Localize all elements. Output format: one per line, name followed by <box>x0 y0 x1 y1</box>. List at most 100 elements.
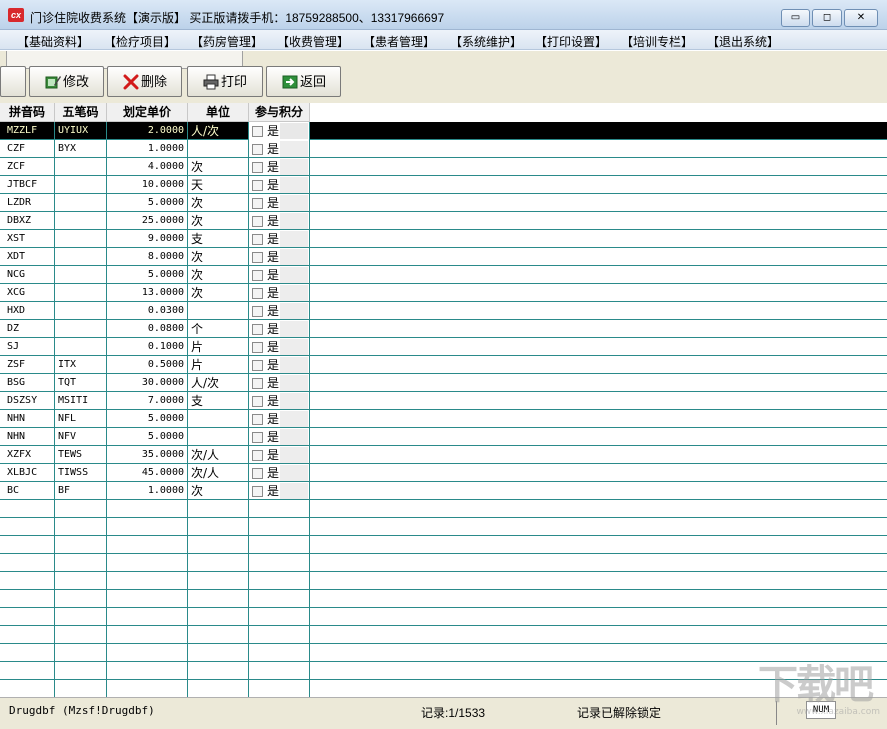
cell-pinyin-code[interactable]: ZSF <box>0 356 55 374</box>
empty-cell[interactable] <box>55 626 107 644</box>
table-row[interactable]: XCG 13.0000 次 是 <box>0 284 887 302</box>
cell-unit-price[interactable]: 0.0800 <box>107 320 188 338</box>
empty-table-row[interactable] <box>0 518 887 536</box>
points-checkbox[interactable] <box>252 360 263 371</box>
empty-cell[interactable] <box>107 536 188 554</box>
points-checkbox[interactable] <box>252 162 263 173</box>
cell-wubi-code[interactable] <box>55 284 107 302</box>
cell-unit[interactable]: 次 <box>188 194 249 212</box>
points-checkbox[interactable] <box>252 126 263 137</box>
empty-cell[interactable] <box>188 500 249 518</box>
cell-unit-price[interactable]: 0.0300 <box>107 302 188 320</box>
cell-pinyin-code[interactable]: XLBJC <box>0 464 55 482</box>
cell-unit-price[interactable]: 5.0000 <box>107 410 188 428</box>
cell-unit[interactable] <box>188 428 249 446</box>
empty-cell[interactable] <box>0 644 55 662</box>
cell-pinyin-code[interactable]: DSZSY <box>0 392 55 410</box>
cell-unit-price[interactable]: 5.0000 <box>107 428 188 446</box>
cell-unit[interactable]: 次 <box>188 212 249 230</box>
table-row[interactable]: XDT 8.0000 次 是 <box>0 248 887 266</box>
empty-cell[interactable] <box>0 626 55 644</box>
cell-unit[interactable]: 片 <box>188 356 249 374</box>
empty-cell[interactable] <box>55 680 107 697</box>
empty-cell[interactable] <box>249 554 310 572</box>
cell-wubi-code[interactable] <box>55 158 107 176</box>
empty-cell[interactable] <box>0 518 55 536</box>
empty-cell[interactable] <box>249 662 310 680</box>
cell-unit-price[interactable]: 25.0000 <box>107 212 188 230</box>
empty-cell[interactable] <box>107 662 188 680</box>
points-checkbox[interactable] <box>252 252 263 263</box>
cell-pinyin-code[interactable]: NHN <box>0 428 55 446</box>
cell-wubi-code[interactable] <box>55 212 107 230</box>
table-row[interactable]: XLBJC TIWSS 45.0000 次/人 是 <box>0 464 887 482</box>
points-checkbox[interactable] <box>252 306 263 317</box>
empty-cell[interactable] <box>55 536 107 554</box>
cell-wubi-code[interactable] <box>55 194 107 212</box>
table-row[interactable]: XZFX TEWS 35.0000 次/人 是 <box>0 446 887 464</box>
cell-unit-price[interactable]: 35.0000 <box>107 446 188 464</box>
empty-cell[interactable] <box>0 680 55 697</box>
cell-wubi-code[interactable]: TQT <box>55 374 107 392</box>
empty-cell[interactable] <box>249 626 310 644</box>
cell-unit-price[interactable]: 0.5000 <box>107 356 188 374</box>
table-row[interactable]: BC BF 1.0000 次 是 <box>0 482 887 500</box>
empty-cell[interactable] <box>249 590 310 608</box>
cell-unit[interactable]: 次/人 <box>188 464 249 482</box>
empty-cell[interactable] <box>55 608 107 626</box>
empty-cell[interactable] <box>0 608 55 626</box>
header-points[interactable]: 参与积分 <box>249 103 310 122</box>
empty-cell[interactable] <box>55 662 107 680</box>
empty-cell[interactable] <box>188 626 249 644</box>
points-checkbox[interactable] <box>252 198 263 209</box>
cell-pinyin-code[interactable]: LZDR <box>0 194 55 212</box>
table-row[interactable]: JTBCF 10.0000 天 是 <box>0 176 887 194</box>
table-row[interactable]: MZZLF UYIUX 2.0000 人/次 是 <box>0 122 887 140</box>
cell-pinyin-code[interactable]: XST <box>0 230 55 248</box>
minimize-button[interactable]: ▭ <box>781 9 810 27</box>
empty-cell[interactable] <box>107 626 188 644</box>
empty-table-row[interactable] <box>0 626 887 644</box>
empty-cell[interactable] <box>107 500 188 518</box>
empty-cell[interactable] <box>55 518 107 536</box>
cell-pinyin-code[interactable]: DZ <box>0 320 55 338</box>
menu-training[interactable]: 【培训专栏】 <box>621 33 693 50</box>
cell-wubi-code[interactable]: TEWS <box>55 446 107 464</box>
points-checkbox[interactable] <box>252 288 263 299</box>
table-row[interactable]: HXD 0.0300 是 <box>0 302 887 320</box>
cell-wubi-code[interactable]: TIWSS <box>55 464 107 482</box>
menu-print-settings[interactable]: 【打印设置】 <box>535 33 607 50</box>
empty-table-row[interactable] <box>0 554 887 572</box>
cell-unit[interactable]: 支 <box>188 392 249 410</box>
cell-wubi-code[interactable] <box>55 230 107 248</box>
empty-cell[interactable] <box>107 644 188 662</box>
empty-cell[interactable] <box>55 500 107 518</box>
table-row[interactable]: DZ 0.0800 个 是 <box>0 320 887 338</box>
empty-cell[interactable] <box>249 500 310 518</box>
empty-cell[interactable] <box>249 572 310 590</box>
cell-wubi-code[interactable]: UYIUX <box>55 122 107 140</box>
edit-button[interactable]: 修改 <box>29 66 104 97</box>
empty-table-row[interactable] <box>0 500 887 518</box>
cell-wubi-code[interactable] <box>55 176 107 194</box>
empty-cell[interactable] <box>107 572 188 590</box>
empty-cell[interactable] <box>188 536 249 554</box>
empty-table-row[interactable] <box>0 644 887 662</box>
cell-unit[interactable]: 次 <box>188 158 249 176</box>
cell-unit-price[interactable]: 1.0000 <box>107 140 188 158</box>
cell-unit[interactable]: 人/次 <box>188 374 249 392</box>
cell-pinyin-code[interactable]: MZZLF <box>0 122 55 140</box>
empty-cell[interactable] <box>249 608 310 626</box>
empty-cell[interactable] <box>188 554 249 572</box>
empty-cell[interactable] <box>55 590 107 608</box>
cell-pinyin-code[interactable]: CZF <box>0 140 55 158</box>
toolbar-button-partial[interactable] <box>0 66 26 97</box>
cell-pinyin-code[interactable]: BC <box>0 482 55 500</box>
points-checkbox[interactable] <box>252 468 263 479</box>
cell-unit[interactable] <box>188 410 249 428</box>
cell-unit-price[interactable]: 13.0000 <box>107 284 188 302</box>
table-row[interactable]: NHN NFV 5.0000 是 <box>0 428 887 446</box>
cell-unit-price[interactable]: 30.0000 <box>107 374 188 392</box>
cell-pinyin-code[interactable]: BSG <box>0 374 55 392</box>
cell-wubi-code[interactable]: ITX <box>55 356 107 374</box>
